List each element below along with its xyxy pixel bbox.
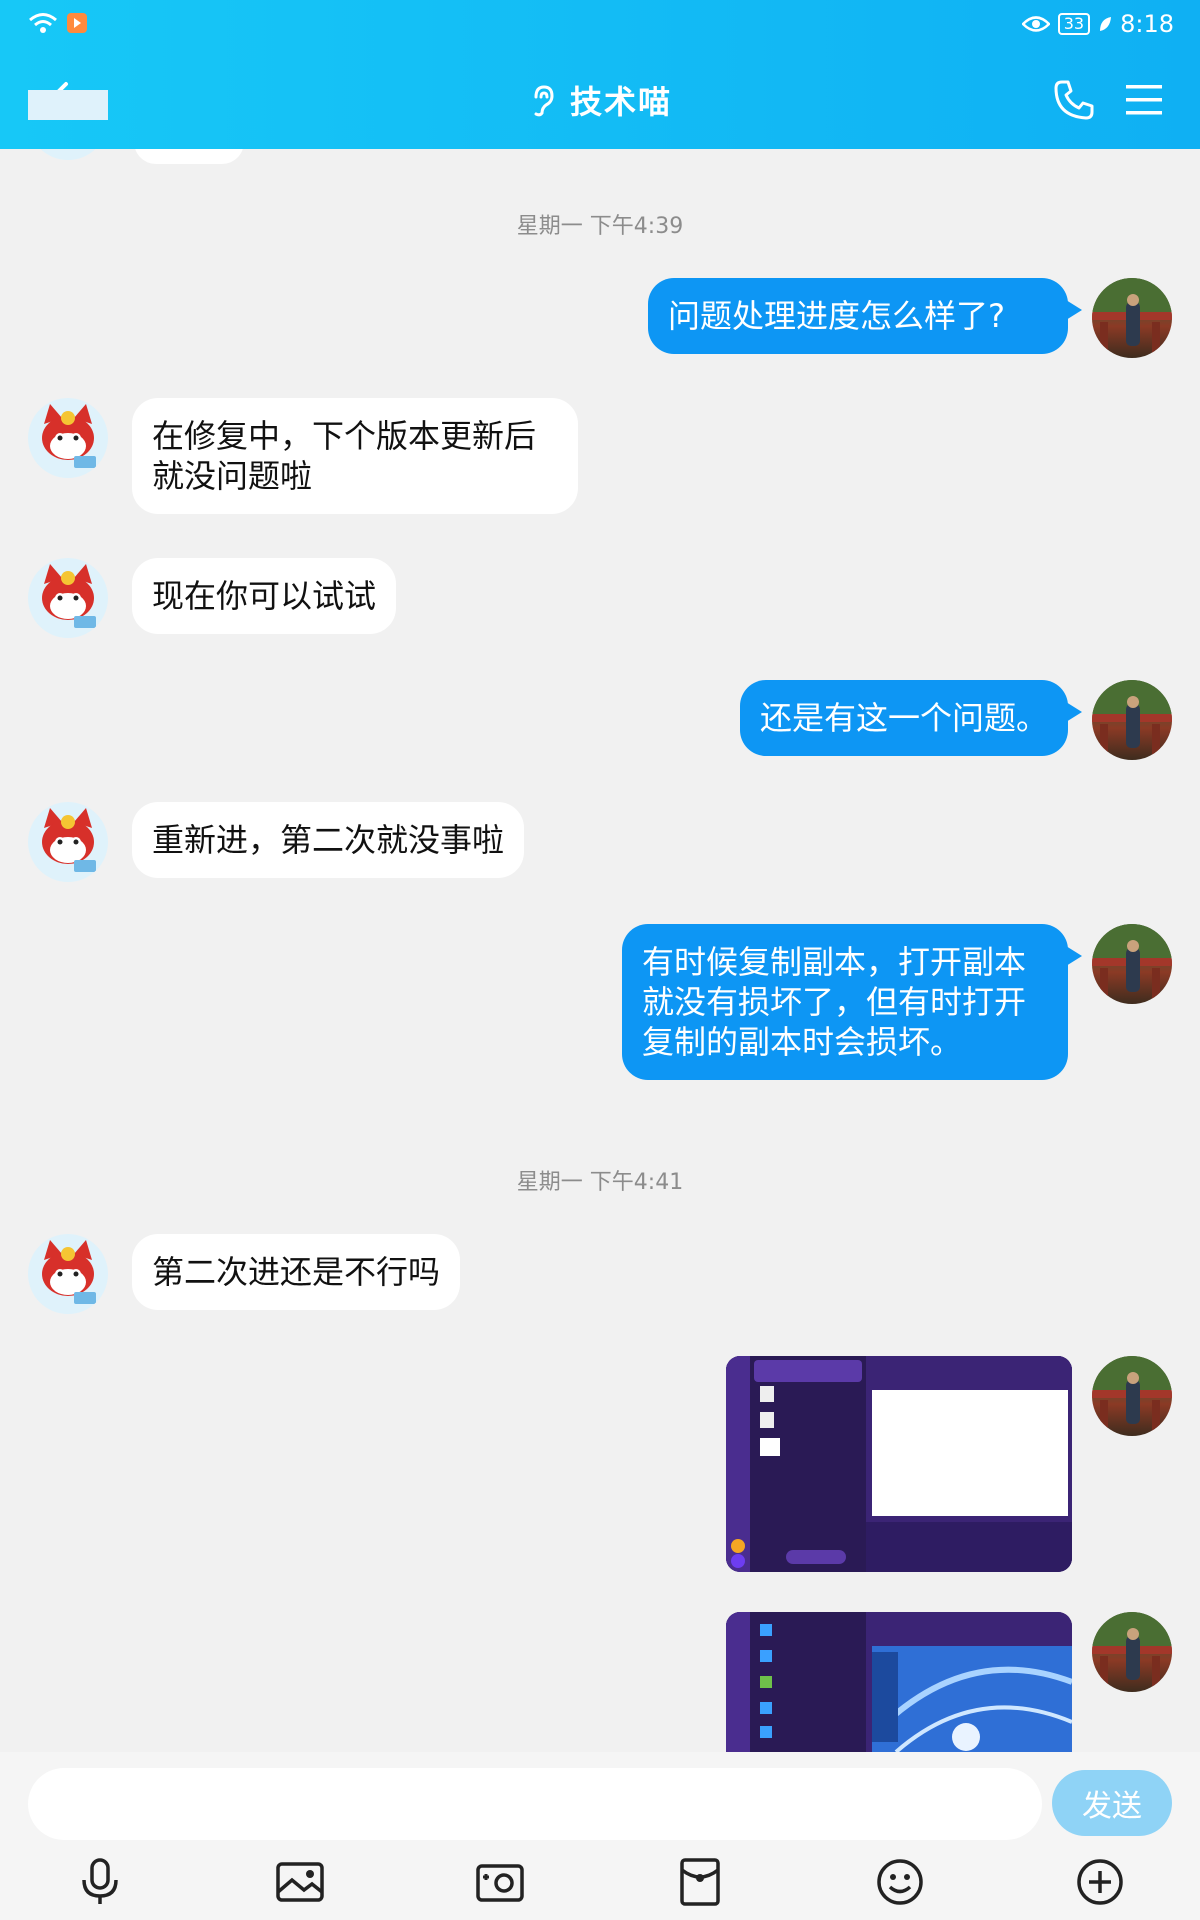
app-screenshot-thumbnail (726, 1612, 1072, 1752)
status-bar-right: 33 8:18 (1021, 10, 1174, 38)
avatar-bot[interactable] (28, 558, 108, 638)
image-icon[interactable] (274, 1856, 326, 1908)
avatar-bot[interactable] (28, 398, 108, 478)
status-bar-left (28, 12, 88, 34)
message-image[interactable] (726, 1356, 1072, 1572)
cat-mascot-icon (42, 564, 96, 628)
leaf-icon (1100, 17, 1112, 31)
avatar-user[interactable] (1092, 680, 1172, 760)
avatar-user[interactable] (1092, 924, 1172, 1004)
avatar-user[interactable] (1092, 1612, 1172, 1692)
user-photo-icon (1092, 924, 1172, 1004)
message-bubble-incoming[interactable]: 第二次进还是不行吗 (132, 1234, 461, 1310)
phone-call-button[interactable] (1052, 78, 1096, 122)
camera-icon[interactable] (474, 1856, 526, 1908)
user-photo-icon (1092, 1612, 1172, 1692)
header-bottom (0, 120, 1200, 149)
input-bar: 发送 (0, 1752, 1200, 1920)
cat-mascot-icon (42, 1240, 96, 1304)
message-bubble-outgoing[interactable]: 有时候复制副本，打开副本就没有损坏了，但有时打开复制的副本时会损坏。 (622, 924, 1082, 1080)
message-bubble-incoming[interactable]: 在修复中，下个版本更新后就没问题啦 (132, 398, 578, 514)
user-photo-icon (1092, 680, 1172, 760)
timestamp: 星期一 下午4:39 (516, 214, 684, 239)
message-bubble-outgoing[interactable]: 还是有这一个问题。 (739, 680, 1083, 756)
chat-title: 技术喵 (569, 83, 672, 121)
avatar-bot[interactable] (28, 1234, 108, 1314)
cat-mascot-icon (42, 404, 96, 468)
avatar-user[interactable] (1092, 1356, 1172, 1436)
red-packet-icon[interactable] (674, 1856, 726, 1908)
ear-icon (534, 85, 554, 117)
cat-mascot-icon (42, 808, 96, 872)
user-photo-icon (1092, 278, 1172, 358)
app-screenshot-thumbnail (726, 1356, 1072, 1572)
app-notification-icon (67, 13, 87, 33)
clock: 8:18 (1120, 10, 1174, 38)
message-image[interactable] (726, 1612, 1072, 1752)
eye-icon (1021, 16, 1050, 32)
avatar-user[interactable] (1092, 278, 1172, 358)
user-photo-icon (1092, 1356, 1172, 1436)
wifi-icon (29, 13, 57, 33)
message-bubble-incoming[interactable]: 重新进，第二次就没事啦 (132, 802, 525, 878)
message-bubble-outgoing[interactable]: 问题处理进度怎么样了? (648, 278, 1082, 354)
message-input[interactable] (28, 1768, 1042, 1840)
plus-icon[interactable] (1074, 1856, 1126, 1908)
send-button[interactable]: 发送 (1052, 1770, 1172, 1836)
message-bubble-incoming[interactable]: 现在你可以试试 (132, 558, 397, 634)
menu-button[interactable] (1124, 80, 1164, 120)
mic-icon[interactable] (74, 1856, 126, 1908)
avatar-bot[interactable] (28, 802, 108, 882)
emoji-icon[interactable] (874, 1856, 926, 1908)
timestamp: 星期一 下午4:41 (516, 1170, 684, 1195)
battery-indicator: 33 (1057, 13, 1091, 35)
